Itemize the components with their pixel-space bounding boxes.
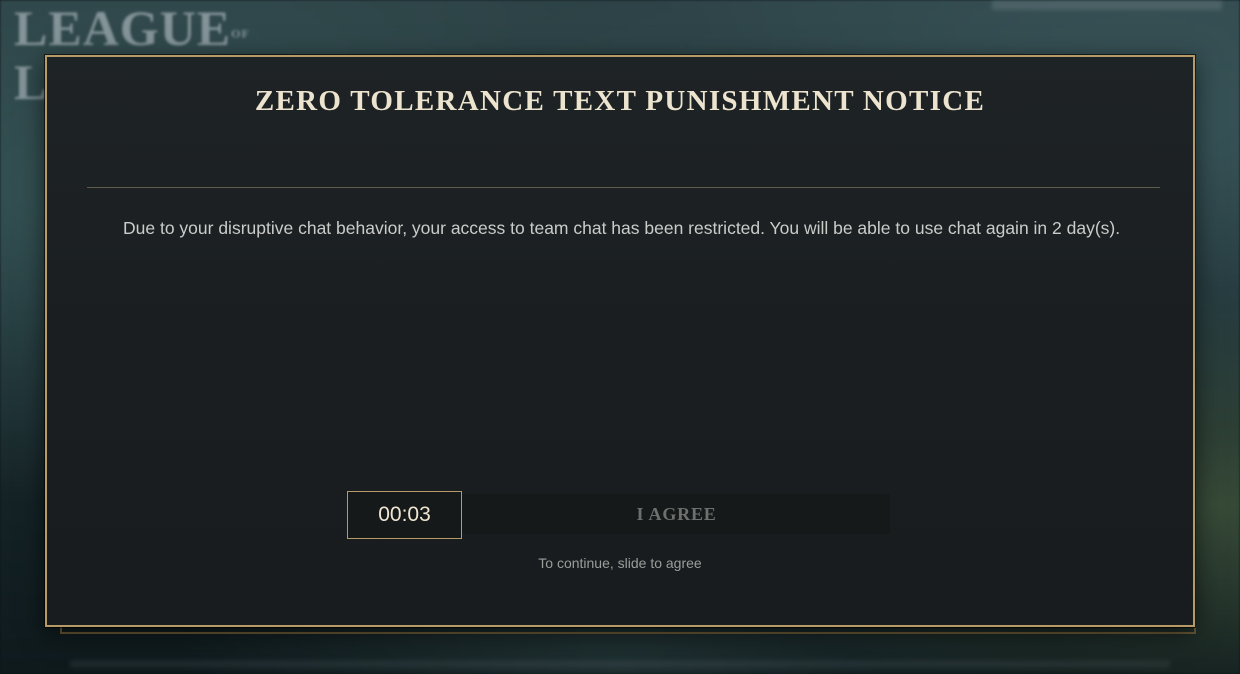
slider-handle-timer[interactable]: 00:03 xyxy=(347,491,462,539)
agree-slider[interactable]: I AGREE 00:03 xyxy=(347,491,892,539)
logo-word-legends: L xyxy=(14,53,49,110)
agree-label: I AGREE xyxy=(636,504,717,524)
punishment-notice-modal: ZERO TOLERANCE TEXT PUNISHMENT NOTICE Du… xyxy=(45,55,1195,627)
slide-hint: To continue, slide to agree xyxy=(538,555,702,571)
modal-message: Due to your disruptive chat behavior, yo… xyxy=(123,218,1121,238)
logo-word-league: LEAGUE xyxy=(14,0,232,56)
background-status-text xyxy=(992,0,1222,10)
title-divider xyxy=(87,187,1160,188)
modal-title: ZERO TOLERANCE TEXT PUNISHMENT NOTICE xyxy=(254,85,986,117)
logo-word-of: OF xyxy=(231,26,250,41)
background-footer-text xyxy=(70,660,1170,668)
